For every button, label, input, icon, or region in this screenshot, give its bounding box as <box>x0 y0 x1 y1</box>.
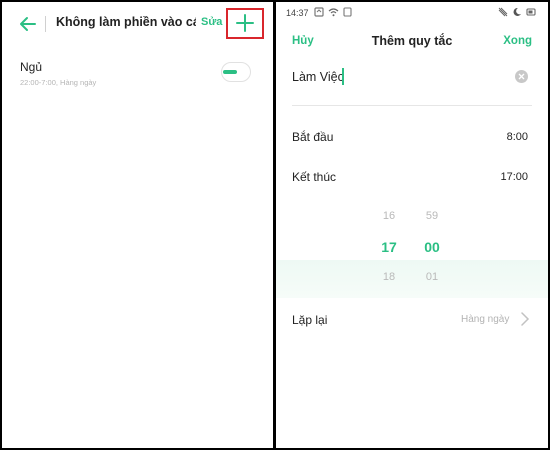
end-value: 17:00 <box>500 171 528 183</box>
rule-name: Ngủ <box>20 60 43 74</box>
start-value: 8:00 <box>506 131 528 143</box>
end-label: Kết thúc <box>292 170 337 184</box>
minute-prev[interactable]: 59 <box>417 210 447 222</box>
left-header: Không làm phiền vào cá... Sửa <box>2 2 273 46</box>
screenshot-frame: Không làm phiền vào cá... Sửa Ngủ 22:00-… <box>0 0 550 450</box>
rule-schedule: 22:00-7:00, Hàng ngày <box>20 78 97 87</box>
text-caret <box>342 68 344 85</box>
status-time: 14:37 <box>286 8 309 18</box>
dnd-schedule-list-screen: Không làm phiền vào cá... Sửa Ngủ 22:00-… <box>2 2 273 448</box>
start-label: Bắt đầu <box>292 130 334 144</box>
done-button[interactable]: Xong <box>503 35 532 47</box>
minute-selected[interactable]: 00 <box>417 239 447 255</box>
toggle-on-indicator <box>223 70 237 74</box>
sync-icon <box>314 7 324 17</box>
minute-next[interactable]: 01 <box>417 271 447 283</box>
input-underline <box>292 105 532 106</box>
repeat-label: Lặp lại <box>292 313 328 327</box>
rule-name-text: Làm Việc <box>292 70 344 84</box>
repeat-value: Hàng ngày <box>461 314 510 325</box>
back-arrow-icon[interactable] <box>18 14 38 34</box>
hour-selected[interactable]: 17 <box>374 239 404 255</box>
add-rule-screen: 14:37 Hủy Thêm quy tắc Xong Làm Việc Bắt… <box>276 2 548 448</box>
plus-icon[interactable] <box>236 14 254 32</box>
edit-button[interactable]: Sửa <box>201 16 222 28</box>
status-bar: 14:37 <box>276 2 548 24</box>
hour-prev[interactable]: 16 <box>374 210 404 222</box>
battery-icon <box>526 8 536 16</box>
chevron-right-icon <box>521 312 530 326</box>
moon-icon <box>513 7 521 16</box>
header-divider <box>45 16 46 32</box>
vibrate-icon <box>498 7 508 17</box>
notification-icon <box>343 7 352 17</box>
hour-next[interactable]: 18 <box>374 271 404 283</box>
clear-icon[interactable] <box>515 70 528 83</box>
page-title: Không làm phiền vào cá... <box>56 15 196 29</box>
picker-selection-band <box>276 260 548 298</box>
wifi-icon <box>328 8 339 17</box>
